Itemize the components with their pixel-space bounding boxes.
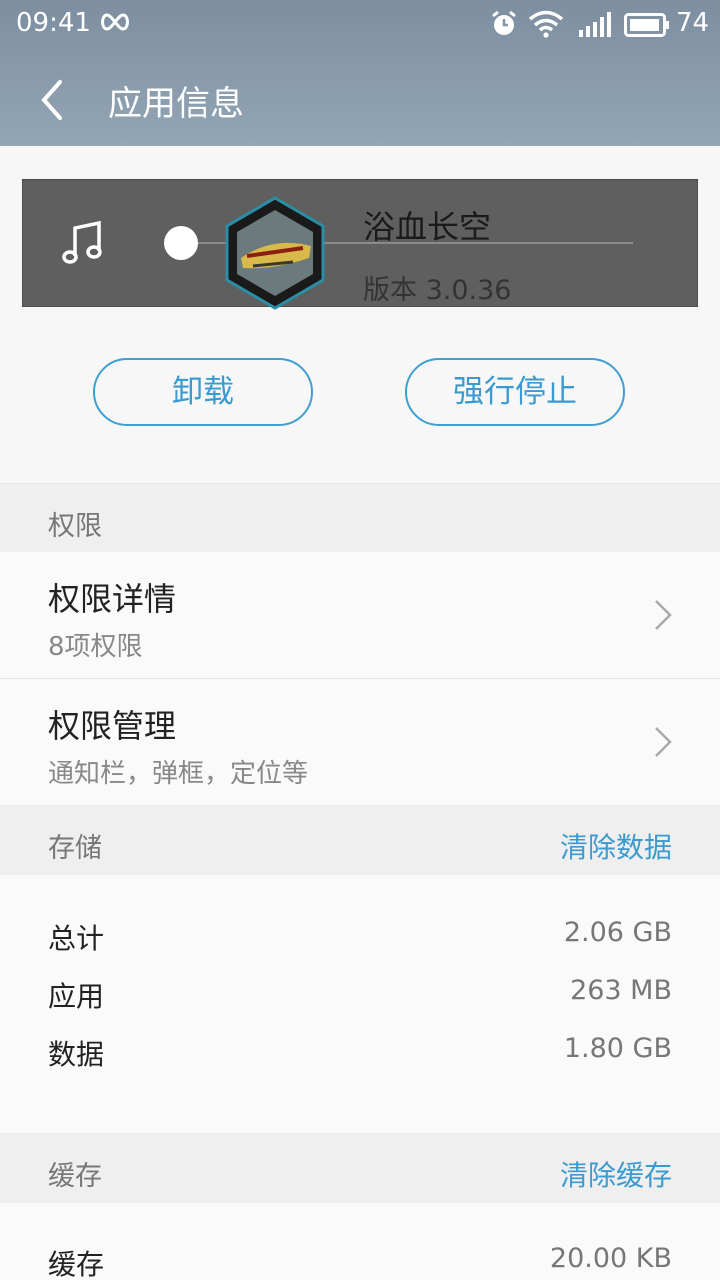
cache-row: 缓存 20.00 KB (0, 1243, 720, 1280)
back-arrow-icon[interactable] (36, 78, 72, 122)
section-label: 缓存 (48, 1161, 102, 1192)
status-bar: 09:41 74 (0, 0, 720, 50)
storage-row-total: 总计 2.06 GB (0, 917, 720, 957)
clear-data-button[interactable]: 清除数据 (560, 826, 672, 866)
storage-section-header: 存储 清除数据 (0, 805, 720, 875)
app-version: 版本 3.0.36 (363, 275, 512, 306)
storage-value: 263 MB (570, 975, 672, 1006)
media-progress-thumb[interactable] (164, 226, 198, 260)
storage-label: 数据 (48, 1038, 105, 1071)
app-name: 浴血长空 (363, 208, 492, 246)
list-item-subtitle: 通知栏，弹框，定位等 (48, 759, 309, 789)
app-icon (223, 196, 327, 314)
force-stop-button[interactable]: 强行停止 (405, 358, 625, 426)
list-item-subtitle: 8项权限 (48, 632, 143, 662)
storage-label: 应用 (48, 980, 105, 1013)
section-label: 存储 (48, 833, 102, 864)
status-time: 09:41 (16, 8, 91, 38)
infinity-icon (98, 10, 132, 40)
cache-details: 缓存 20.00 KB (0, 1203, 720, 1280)
title-bar: 09:41 74 应用信息 (0, 0, 720, 146)
storage-details: 总计 2.06 GB 应用 263 MB 数据 1.80 GB (0, 875, 720, 1133)
storage-label: 总计 (48, 922, 105, 955)
app-card: 浴血长空 版本 3.0.36 (22, 179, 698, 310)
chevron-right-icon (652, 598, 674, 636)
uninstall-button[interactable]: 卸载 (93, 358, 313, 426)
cache-value: 20.00 KB (549, 1243, 672, 1274)
cache-label: 缓存 (48, 1248, 105, 1280)
storage-row-data: 数据 1.80 GB (0, 1033, 720, 1073)
storage-row-app: 应用 263 MB (0, 975, 720, 1015)
storage-value: 2.06 GB (563, 917, 672, 948)
alarm-icon (490, 10, 518, 45)
list-item-title: 权限管理 (48, 707, 177, 745)
clear-cache-button[interactable]: 清除缓存 (560, 1154, 672, 1194)
list-item-permission-details[interactable]: 权限详情 8项权限 (0, 552, 720, 678)
list-item-permission-management[interactable]: 权限管理 通知栏，弹框，定位等 (0, 679, 720, 805)
battery-level: 74 (676, 8, 710, 38)
wifi-icon (528, 10, 564, 45)
cache-section-header: 缓存 清除缓存 (0, 1133, 720, 1203)
permissions-section-header: 权限 (0, 483, 720, 553)
battery-icon (624, 13, 670, 44)
chevron-right-icon (652, 725, 674, 763)
storage-value: 1.80 GB (563, 1033, 672, 1064)
page-title: 应用信息 (108, 84, 244, 124)
section-label: 权限 (48, 511, 102, 542)
list-item-title: 权限详情 (48, 580, 177, 618)
music-note-icon (61, 220, 103, 270)
signal-icon (578, 12, 614, 45)
